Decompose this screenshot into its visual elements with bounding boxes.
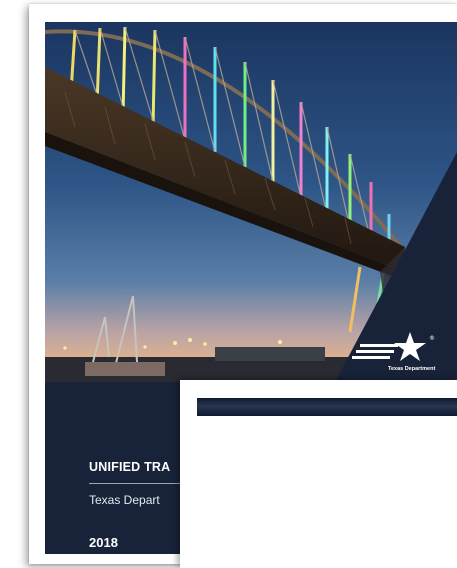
- txdot-star-logo-icon: ® Texas Department: [352, 332, 435, 372]
- agency-name: Texas Depart: [89, 493, 160, 507]
- report-year: 2018: [89, 535, 118, 550]
- report-title: UNIFIED TRA: [89, 460, 171, 474]
- next-page-preview: [180, 380, 457, 568]
- page-header-bar: [197, 398, 457, 416]
- registered-mark: ®: [429, 335, 435, 342]
- logo-lettering: Texas Department: [388, 366, 435, 372]
- title-divider: [89, 483, 189, 484]
- document-preview: UNIFIED TRA Texas Depart 2018 ® Texas De…: [0, 0, 457, 568]
